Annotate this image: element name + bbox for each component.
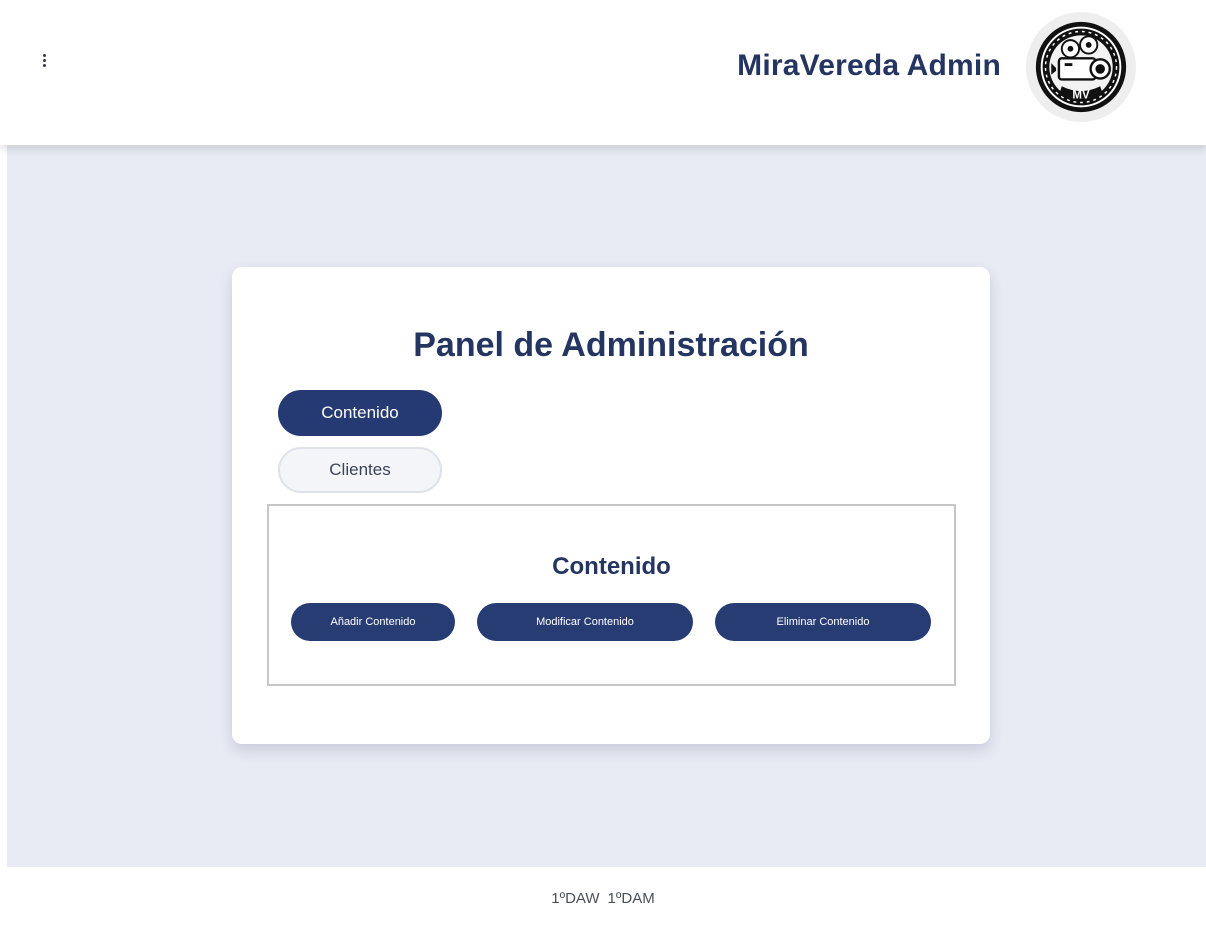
tab-contenido[interactable]: Contenido bbox=[278, 390, 442, 436]
footer-item-dam: 1ºDAM bbox=[607, 890, 655, 907]
admin-panel-card: Panel de Administración Contenido Client… bbox=[232, 267, 990, 744]
svg-text:MV: MV bbox=[1072, 90, 1090, 102]
film-camera-logo: MV bbox=[1035, 21, 1127, 113]
tab-clientes[interactable]: Clientes bbox=[278, 447, 442, 493]
brand-title: MiraVereda Admin bbox=[737, 49, 1001, 82]
footer: 1ºDAW 1ºDAM bbox=[0, 867, 1206, 930]
logo[interactable]: MV bbox=[1026, 12, 1136, 122]
kebab-menu-icon[interactable] bbox=[34, 50, 54, 70]
modify-content-button[interactable]: Modificar Contenido bbox=[477, 603, 693, 641]
top-header: MiraVereda Admin MV bbox=[0, 0, 1206, 145]
section-title: Contenido bbox=[552, 553, 671, 580]
add-content-button[interactable]: Añadir Contenido bbox=[291, 603, 455, 641]
content-section: Contenido Añadir Contenido Modificar Con… bbox=[267, 504, 956, 686]
delete-content-button[interactable]: Eliminar Contenido bbox=[715, 603, 931, 641]
panel-title: Panel de Administración bbox=[413, 326, 809, 364]
footer-item-daw: 1ºDAW bbox=[551, 890, 600, 907]
